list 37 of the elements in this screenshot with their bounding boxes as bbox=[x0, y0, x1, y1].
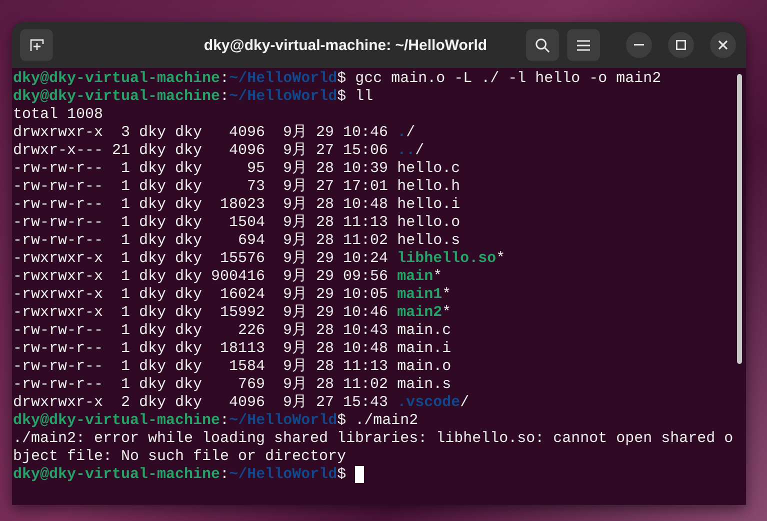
search-button[interactable] bbox=[526, 29, 559, 61]
listing-line: -rw-rw-r-- 1 dky dky 1584 9月 28 11:13 main.o bbox=[13, 358, 452, 376]
listing-line: -rw-rw-r-- 1 dky dky 18023 9月 28 10:48 hello.i bbox=[13, 196, 460, 214]
prompt-line: dky@dky-virtual-machine:~/HelloWorld$ bbox=[13, 466, 346, 484]
listing-line: drwxr-x--- 21 dky dky 4096 9月 27 15:06 ../ bbox=[13, 142, 424, 160]
listing-line: drwxrwxr-x 3 dky dky 4096 9月 29 10:46 ./ bbox=[13, 124, 416, 142]
menu-button[interactable] bbox=[567, 29, 600, 61]
prompt-line: dky@dky-virtual-machine:~/HelloWorld$ ll bbox=[13, 88, 374, 106]
scrollbar[interactable] bbox=[737, 74, 742, 364]
maximize-icon bbox=[676, 40, 686, 50]
window-title: dky@dky-virtual-machine: ~/HelloWorld bbox=[202, 36, 488, 54]
listing-line: drwxrwxr-x 2 dky dky 4096 9月 27 15:43 .vscode/ bbox=[13, 394, 470, 412]
listing-line: -rw-rw-r-- 1 dky dky 769 9月 28 11:02 main.s bbox=[13, 376, 452, 394]
menu-icon bbox=[577, 40, 590, 50]
output-line: total 1008 bbox=[13, 106, 104, 124]
listing-line: -rwxrwxr-x 1 dky dky 15992 9月 29 10:46 main2* bbox=[13, 304, 452, 322]
new-tab-button[interactable] bbox=[20, 29, 53, 61]
search-icon bbox=[535, 38, 550, 52]
output-line: bject file: No such file or directory bbox=[13, 448, 346, 466]
maximize-button[interactable] bbox=[668, 32, 694, 58]
listing-line: -rw-rw-r-- 1 dky dky 226 9月 28 10:43 main.c bbox=[13, 322, 452, 340]
listing-line: -rw-rw-r-- 1 dky dky 73 9月 27 17:01 hello.h bbox=[13, 178, 460, 196]
output-line: ./main2: error while loading shared libraries: libhello.so: cannot open shared o bbox=[13, 430, 734, 448]
prompt-line: dky@dky-virtual-machine:~/HelloWorld$ gcc main.o -L ./ -l hello -o main2 bbox=[13, 70, 662, 88]
listing-line: -rwxrwxr-x 1 dky dky 16024 9月 29 10:05 main1* bbox=[13, 286, 452, 304]
listing-line: -rwxrwxr-x 1 dky dky 15576 9月 29 10:24 libhello.so* bbox=[13, 250, 506, 268]
listing-line: -rw-rw-r-- 1 dky dky 18113 9月 28 10:48 main.i bbox=[13, 340, 452, 358]
minimize-icon bbox=[634, 44, 644, 46]
listing-line: -rw-rw-r-- 1 dky dky 1504 9月 28 11:13 hello.o bbox=[13, 214, 460, 232]
minimize-button[interactable] bbox=[626, 32, 652, 58]
prompt-line: dky@dky-virtual-machine:~/HelloWorld$ ./main2 bbox=[13, 412, 418, 430]
new-tab-icon bbox=[30, 38, 44, 52]
close-icon bbox=[718, 40, 728, 50]
close-button[interactable] bbox=[710, 32, 736, 58]
listing-line: -rwxrwxr-x 1 dky dky 900416 9月 29 09:56 main* bbox=[13, 268, 442, 286]
listing-line: -rw-rw-r-- 1 dky dky 694 9月 28 11:02 hello.s bbox=[13, 232, 460, 250]
listing-line: -rw-rw-r-- 1 dky dky 95 9月 28 10:39 hello.c bbox=[13, 160, 460, 178]
